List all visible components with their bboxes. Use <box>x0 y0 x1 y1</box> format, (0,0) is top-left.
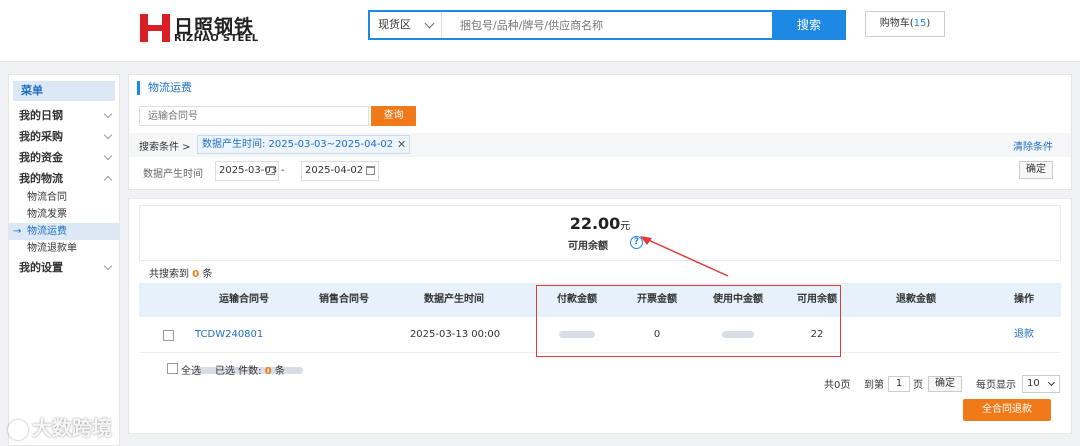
date-end-input[interactable]: 2025-04-02 <box>301 161 379 181</box>
search-bar: 现货区 搜索 <box>368 10 846 40</box>
search-conditions-bar: 搜索条件 > 数据产生时间: 2025-03-03~2025-04-02 ✕ 清… <box>129 133 1071 157</box>
page-title: 物流运费 <box>137 81 192 95</box>
condition-tag-text: 数据产生时间: 2025-03-03~2025-04-02 <box>202 139 394 150</box>
cart-suffix: ) <box>926 18 931 29</box>
search-scope-select[interactable]: 现货区 <box>370 12 442 38</box>
top-header: 日照钢铁 RIZHAO STEEL 现货区 搜索 购物车(15) <box>0 0 1080 62</box>
search-button[interactable]: 搜索 <box>772 10 846 40</box>
condition-tag[interactable]: 数据产生时间: 2025-03-03~2025-04-02 ✕ <box>197 135 411 154</box>
selected-suffix: 条 <box>274 366 285 377</box>
highlight-annotation-box <box>536 285 841 357</box>
chevron-down-icon <box>103 130 113 140</box>
select-all-checkbox[interactable] <box>167 363 178 374</box>
result-count-prefix: 共搜索到 <box>149 269 189 280</box>
arrow-right-icon: → <box>13 226 22 237</box>
cart-count: 15 <box>913 18 927 29</box>
sidebar-item-my-logistics[interactable]: 我的物流 <box>9 168 119 189</box>
chevron-down-icon <box>103 151 113 161</box>
column-header: 数据产生时间 <box>424 294 484 305</box>
date-confirm-button[interactable]: 确定 <box>1019 161 1053 179</box>
sidebar-item-label: 我的日钢 <box>19 109 63 122</box>
date-end-value: 2025-04-02 <box>305 165 364 176</box>
goto-prefix: 到第 <box>864 380 884 391</box>
sidebar-item-label: 我的采购 <box>19 130 63 143</box>
calendar-icon <box>266 166 275 175</box>
sidebar-item-logistics-refund[interactable]: 物流退款单 <box>9 240 119 257</box>
search-scope-label: 现货区 <box>378 18 411 31</box>
chevron-up-icon <box>103 175 113 185</box>
chevron-down-icon <box>1047 378 1056 387</box>
sidebar-item-my-settings[interactable]: 我的设置 <box>9 257 119 278</box>
calendar-icon <box>366 166 375 175</box>
page-size-value: 10 <box>1027 378 1040 389</box>
data-time-cell: 2025-03-13 00:00 <box>409 329 501 340</box>
conditions-label: 搜索条件 > <box>139 142 191 153</box>
sidebar-item-my-funds[interactable]: 我的资金 <box>9 147 119 168</box>
refund-all-contracts-button[interactable]: 全合同退款 <box>963 399 1051 421</box>
annotation-arrow-icon <box>640 236 729 277</box>
rizhao-steel-logo[interactable]: 日照钢铁 RIZHAO STEEL <box>140 12 270 46</box>
watermark: 大数跨境 <box>8 412 112 441</box>
sidebar-item-label: 我的设置 <box>19 261 63 274</box>
transport-contract-input[interactable] <box>139 106 369 126</box>
cart-label: 购物车( <box>879 18 914 29</box>
transport-contract-value: TCDW240801 <box>195 329 264 340</box>
sidebar-sub-label: 物流发票 <box>27 209 67 220</box>
filter-panel: 物流运费 查询 搜索条件 > 数据产生时间: 2025-03-03~2025-0… <box>128 74 1072 190</box>
balance-label: 可用余额 <box>568 241 608 252</box>
result-count-value: 0 <box>192 269 200 280</box>
query-button[interactable]: 查询 <box>371 106 416 126</box>
column-header: 运输合同号 <box>219 294 269 305</box>
goto-confirm-button[interactable]: 确定 <box>928 376 962 392</box>
selected-count: 已选 件数: 0 条 <box>215 362 285 377</box>
chevron-down-icon <box>103 261 113 271</box>
sidebar-sub-label: 物流合同 <box>27 192 67 203</box>
selected-prefix: 已选 件数: <box>215 366 262 377</box>
shopping-cart-button[interactable]: 购物车(15) <box>865 11 945 37</box>
sidebar-item-label: 我的资金 <box>19 151 63 164</box>
balance-unit: 元 <box>620 221 631 232</box>
clear-conditions-link[interactable]: 清除条件 <box>1013 138 1053 153</box>
date-start-input[interactable]: 2025-03-03 <box>215 161 279 181</box>
search-input[interactable] <box>450 15 750 35</box>
sidebar-sub-label: 物流运费 <box>27 226 67 237</box>
select-all-label: 全选 <box>181 366 201 377</box>
balance-amount: 22.00元 <box>140 214 1060 233</box>
result-count: 共搜索到 0 条 <box>149 265 212 280</box>
chevron-down-icon <box>103 109 113 119</box>
date-separator: - <box>281 165 285 176</box>
row-checkbox[interactable] <box>163 330 174 341</box>
sidebar-sub-label: 物流退款单 <box>27 243 77 254</box>
transport-contract-cell[interactable]: TCDW240801 <box>195 317 365 374</box>
sidebar-item-logistics-freight[interactable]: → 物流运费 <box>9 223 119 240</box>
balance-value: 22.00 <box>569 214 621 233</box>
sidebar-item-label: 我的物流 <box>19 172 63 185</box>
close-icon[interactable]: ✕ <box>397 136 406 153</box>
sidebar-item-logistics-contract[interactable]: 物流合同 <box>9 189 119 206</box>
total-pages: 共0页 <box>824 380 851 391</box>
sidebar-item-logistics-invoice[interactable]: 物流发票 <box>9 206 119 223</box>
result-count-suffix: 条 <box>202 269 213 280</box>
goto-suffix: 页 <box>913 380 923 391</box>
page-number-input[interactable]: 1 <box>888 376 910 392</box>
sidebar-item-my-purchase[interactable]: 我的采购 <box>9 126 119 147</box>
per-page-label: 每页显示 <box>976 380 1016 391</box>
menu-title: 菜单 <box>13 81 115 101</box>
sidebar-item-my-rizhao[interactable]: 我的日钢 <box>9 105 119 126</box>
watermark-text: 大数跨境 <box>32 416 112 440</box>
refund-link[interactable]: 退款 <box>1001 317 1047 353</box>
column-header: 退款金额 <box>896 294 936 305</box>
logo-english-text: RIZHAO STEEL <box>174 33 259 44</box>
logo-mark-icon <box>140 14 170 42</box>
watermark-logo-icon <box>8 419 28 440</box>
chevron-down-icon <box>424 18 435 29</box>
page-size-select[interactable]: 10 <box>1022 375 1060 393</box>
date-range-label: 数据产生时间 <box>143 169 203 180</box>
balance-summary: 22.00元 可用余额 ? <box>139 205 1061 261</box>
column-header: 操作 <box>1014 294 1034 305</box>
sidebar-menu: 菜单 我的日钢 我的采购 我的资金 我的物流 物流合同 物流发票 → 物流运费 … <box>8 74 120 446</box>
selected-count-value: 0 <box>264 366 272 377</box>
column-header: 销售合同号 <box>319 294 369 305</box>
